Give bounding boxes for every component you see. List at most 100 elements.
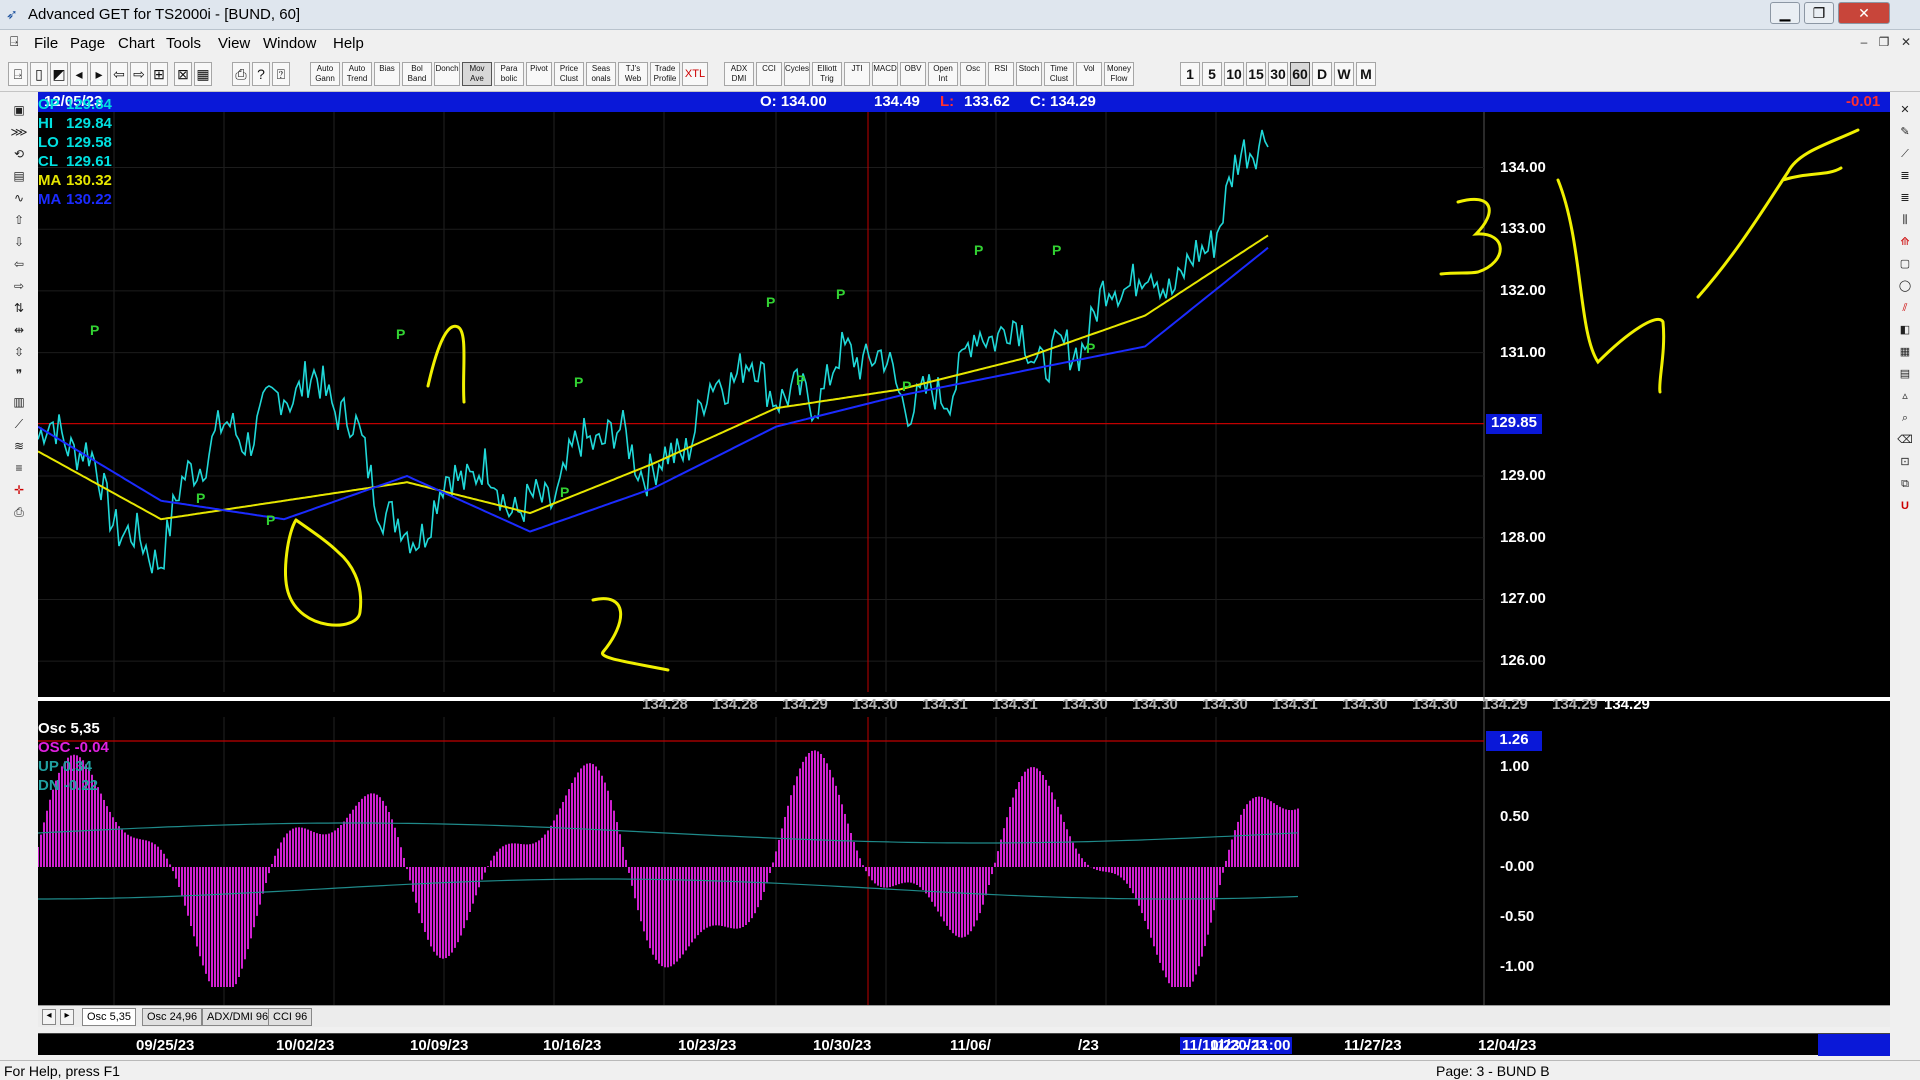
study-button-para-bolic[interactable]: Para bolic: [494, 62, 524, 86]
help-icon[interactable]: ?: [252, 62, 270, 86]
menu-tools[interactable]: Tools: [166, 35, 201, 52]
menu-file[interactable]: File: [34, 35, 58, 52]
compress-icon[interactable]: ⇳: [6, 342, 32, 362]
study-button-cycles[interactable]: Cycles: [784, 62, 810, 86]
fib-icon[interactable]: ≡: [6, 458, 32, 478]
study-button-cci[interactable]: CCI: [756, 62, 782, 86]
study-button-stoch[interactable]: Stoch: [1016, 62, 1042, 86]
fan-icon[interactable]: ⟰: [1894, 232, 1916, 252]
lock-icon[interactable]: ⊡: [1894, 452, 1916, 472]
mdi-close-icon[interactable]: ✕: [1896, 35, 1916, 53]
study-button-time-clust[interactable]: Time Clust: [1044, 62, 1074, 86]
fib-ext-icon[interactable]: ≣: [1894, 188, 1916, 208]
pin-icon[interactable]: ⍈: [10, 33, 18, 50]
expand-h-icon[interactable]: ⇹: [6, 320, 32, 340]
cross-tool-icon[interactable]: ✕: [1894, 100, 1916, 120]
study-button-obv[interactable]: OBV: [900, 62, 926, 86]
page-next-icon[interactable]: ⇨: [130, 62, 148, 86]
arrow-up-icon[interactable]: ⇧: [6, 210, 32, 230]
study-button-mov-ave[interactable]: Mov Ave: [462, 62, 492, 86]
menu-chart[interactable]: Chart: [118, 35, 155, 52]
lines-icon[interactable]: ⟋: [6, 414, 32, 434]
tab-osc-5-35[interactable]: Osc 5,35: [82, 1008, 137, 1026]
study-button-rsi[interactable]: RSI: [988, 62, 1014, 86]
period-button-5[interactable]: 5: [1202, 62, 1222, 86]
period-button-30[interactable]: 30: [1268, 62, 1288, 86]
mdi-restore-icon[interactable]: ❐: [1874, 35, 1894, 53]
pin-tool-icon[interactable]: ⍈: [8, 62, 28, 86]
zigzag-icon[interactable]: ⋙: [6, 122, 32, 142]
period-button-W[interactable]: W: [1334, 62, 1354, 86]
period-button-D[interactable]: D: [1312, 62, 1332, 86]
study-button-seas-onals[interactable]: Seas onals: [586, 62, 616, 86]
eraser-icon[interactable]: ⌫: [1894, 430, 1916, 450]
arrow-left-icon[interactable]: ⇦: [6, 254, 32, 274]
fib-ret-icon[interactable]: ≣: [1894, 166, 1916, 186]
study-button-vol[interactable]: Vol: [1076, 62, 1102, 86]
undo-icon[interactable]: U: [1894, 496, 1916, 516]
fib-time-icon[interactable]: ⫼: [1894, 210, 1916, 230]
study-button-osc[interactable]: Osc: [960, 62, 986, 86]
triangle-icon[interactable]: ▵: [1894, 386, 1916, 406]
study-button-donch[interactable]: Donch: [434, 62, 460, 86]
study-button-bias[interactable]: Bias: [374, 62, 400, 86]
reset-icon[interactable]: ⟲: [6, 144, 32, 164]
open-study-icon[interactable]: ▣: [6, 100, 32, 120]
study-button-bol-band[interactable]: Bol Band: [402, 62, 432, 86]
new-icon[interactable]: ▯: [30, 62, 48, 86]
study-icon[interactable]: ▤: [6, 166, 32, 186]
study-button-trade-profile[interactable]: Trade Profile: [650, 62, 680, 86]
crosshair-icon[interactable]: ✛: [6, 480, 32, 500]
tab-scroll-right-icon[interactable]: ▸: [60, 1009, 74, 1025]
period-button-15[interactable]: 15: [1246, 62, 1266, 86]
study-button-macd[interactable]: MACD: [872, 62, 898, 86]
pti-icon[interactable]: ◧: [1894, 320, 1916, 340]
study-button-price-clust[interactable]: Price Clust: [554, 62, 584, 86]
study-button-auto-trend[interactable]: Auto Trend: [342, 62, 372, 86]
tab-adx-dmi[interactable]: ADX/DMI 96: [202, 1008, 274, 1026]
page-prev-icon[interactable]: ⇦: [110, 62, 128, 86]
context-help-icon[interactable]: ⍰: [272, 62, 290, 86]
maximize-button[interactable]: ❐: [1804, 2, 1834, 24]
print-page-icon[interactable]: ⎙: [6, 502, 32, 522]
compress-v-icon[interactable]: ⇅: [6, 298, 32, 318]
forward-icon[interactable]: ▸: [90, 62, 108, 86]
study-button-money-flow[interactable]: Money Flow: [1104, 62, 1134, 86]
study-button-xtl[interactable]: XTL: [682, 62, 708, 86]
chart-window[interactable]: 12/05/23 O: 134.00 134.49 L: 133.62 C: 1…: [38, 92, 1890, 1027]
back-icon[interactable]: ◂: [70, 62, 88, 86]
arrow-right-icon[interactable]: ⇨: [6, 276, 32, 296]
page-icon[interactable]: ▥: [6, 392, 32, 412]
menu-help[interactable]: Help: [333, 35, 364, 52]
gann-icon[interactable]: ≋: [6, 436, 32, 456]
minimize-button[interactable]: ▁: [1770, 2, 1800, 24]
line-tool-icon[interactable]: ⟋: [1894, 144, 1916, 164]
menu-page[interactable]: Page: [70, 35, 105, 52]
study-button-jti[interactable]: JTI: [844, 62, 870, 86]
elliott-icon[interactable]: ∿: [6, 188, 32, 208]
channel-icon[interactable]: ⫽: [1894, 298, 1916, 318]
tile-icon[interactable]: ⊞: [150, 62, 168, 86]
study-button-open-int[interactable]: Open Int: [928, 62, 958, 86]
zoom-icon[interactable]: ⌕: [1894, 408, 1916, 428]
study-button-pivot[interactable]: Pivot: [526, 62, 552, 86]
mdi-minimize-icon[interactable]: –: [1854, 35, 1874, 53]
quote-icon[interactable]: ❞: [6, 364, 32, 384]
tab-cci[interactable]: CCI 96: [268, 1008, 313, 1026]
period-button-M[interactable]: M: [1356, 62, 1376, 86]
print-icon[interactable]: ⎙: [232, 62, 250, 86]
period-button-1[interactable]: 1: [1180, 62, 1200, 86]
tab-scroll-left-icon[interactable]: ◂: [42, 1009, 56, 1025]
open-icon[interactable]: ◩: [50, 62, 68, 86]
box-icon[interactable]: ▢: [1894, 254, 1916, 274]
tab-osc-24-96[interactable]: Osc 24,96: [142, 1008, 203, 1026]
period-button-10[interactable]: 10: [1224, 62, 1244, 86]
layers-icon[interactable]: ⧉: [1894, 474, 1916, 494]
menu-view[interactable]: View: [218, 35, 250, 52]
close-button[interactable]: ✕: [1838, 2, 1890, 24]
grid-icon[interactable]: ▦: [194, 62, 212, 86]
delete-icon[interactable]: ⊠: [174, 62, 192, 86]
table-icon[interactable]: ▦: [1894, 342, 1916, 362]
study-button-elliott-trig[interactable]: Elliott Trig: [812, 62, 842, 86]
period-button-60[interactable]: 60: [1290, 62, 1310, 86]
